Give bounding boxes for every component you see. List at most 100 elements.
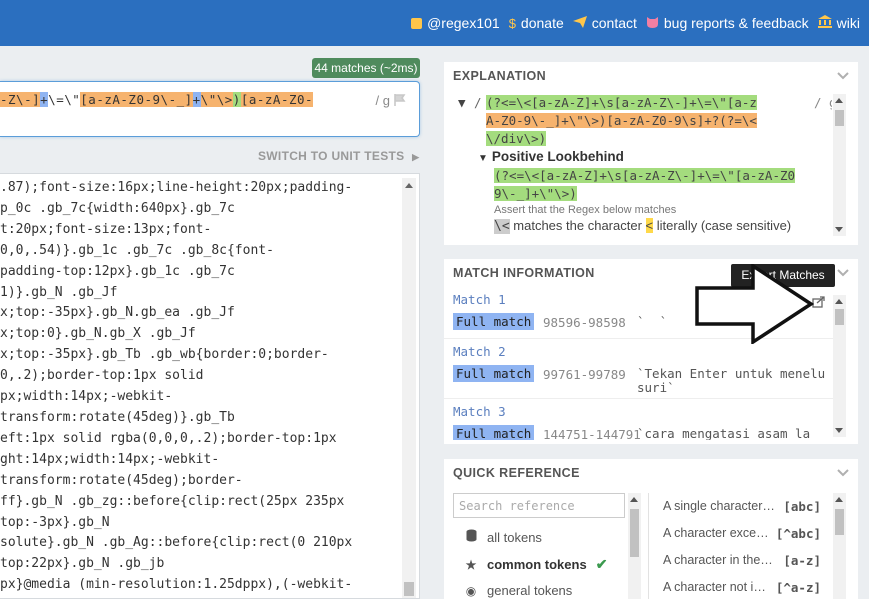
chevron-down-icon[interactable] [837, 69, 849, 83]
scroll-up-icon[interactable] [835, 497, 843, 502]
match-text-pre: matches the character [513, 218, 642, 233]
regex-input[interactable]: -Z\-]+\=\"[a-zA-Z0-9\-_]+\"\>)[a-zA-Z0- … [0, 81, 420, 137]
explanation-body: ▼ / (?<=\<[a-zA-Z]+\s[a-zA-Z\-]+\=\"[a-z… [458, 92, 832, 238]
match-range: 144751-144791 [543, 427, 641, 440]
regex-token: -Z\-] [0, 92, 41, 107]
explanation-panel: EXPLANATION ▼ / (?<=\<[a-zA-Z]+\s[a-zA-Z… [444, 62, 858, 245]
reference-token: [^abc] [775, 526, 821, 541]
scroll-up-icon[interactable] [405, 183, 413, 188]
nav-wiki-label: wiki [836, 15, 860, 31]
scroll-up-icon[interactable] [835, 98, 843, 103]
regex-token: [a-zA-Z0-9\-_] [80, 92, 193, 107]
test-string-line: padding-top:12px}.gb_1c .gb_7c [0, 263, 235, 279]
reference-scrollbar[interactable] [833, 493, 846, 599]
reference-item[interactable]: A character exce… [^abc] [663, 526, 821, 541]
categories-scrollbar[interactable] [628, 493, 641, 599]
github-icon [646, 16, 659, 31]
nav-twitter-link[interactable]: @regex101 [411, 15, 500, 31]
nav-donate-link[interactable]: $ donate [509, 15, 564, 31]
test-string-line: 1)}.gb_N .gb_Jf [0, 284, 118, 300]
test-string-line: transform:rotate(45deg)}.gb_Tb [0, 409, 235, 425]
category-label: all tokens [487, 529, 542, 545]
explanation-flags: / g [814, 95, 832, 110]
scrollbar-thumb[interactable] [404, 582, 414, 596]
reference-desc: A character not i… [663, 580, 766, 594]
match-count-badge: 44 matches (~2ms) [312, 58, 420, 78]
caret-down-icon: ▼ [478, 153, 488, 164]
regex-flags[interactable]: / g [376, 93, 390, 108]
explanation-scrollbar[interactable] [833, 94, 846, 236]
explanation-regex-segment: A-Z0-9\-_]+\"\>)[a-zA-Z0-9\s]+?(?=\< [486, 113, 757, 128]
reference-item[interactable]: A character in the… [a-z] [663, 553, 821, 568]
database-icon [464, 529, 478, 545]
test-string-line: x;top:-35px}.gb_Tb .gb_wb{border:0;borde… [0, 347, 329, 363]
match-information-title: MATCH INFORMATION [453, 266, 595, 280]
test-string-line: ff}.gb_N .gb_zg::before{clip:rect(25px 2… [0, 493, 345, 509]
category-label: common tokens [487, 557, 587, 572]
test-string-line: solute}.gb_N .gb_Ag::before{clip:rect(0 … [0, 535, 353, 551]
reference-search-input[interactable] [453, 493, 625, 518]
top-bar: @regex101 $ donate contact bug reports &… [0, 0, 869, 46]
flag-icon[interactable] [394, 94, 406, 106]
check-icon: ✔ [595, 556, 608, 572]
match-value: ` ` [637, 314, 668, 329]
explanation-regex-line2: A-Z0-9\-_]+\"\>)[a-zA-Z0-9\s]+?(?=\< [486, 113, 757, 128]
test-string-line: ght:14px;width:14px;-webkit- [0, 451, 220, 467]
nav-twitter-label: @regex101 [427, 15, 500, 31]
reference-desc: A character exce… [663, 526, 769, 540]
lookbehind-heading[interactable]: ▼ Positive Lookbehind [478, 149, 624, 164]
scroll-down-icon[interactable] [835, 227, 843, 232]
category-all-tokens[interactable]: all tokens [464, 529, 542, 545]
arrow-annotation [695, 264, 815, 344]
quick-reference-title: QUICK REFERENCE [453, 466, 580, 480]
category-common-tokens[interactable]: ★ common tokens ✔ [464, 556, 608, 573]
category-general-tokens[interactable]: ◉ general tokens [464, 583, 573, 598]
match-item[interactable]: Match 2 Full match 99761-99789 `Tekan En… [444, 339, 839, 399]
bank-icon [817, 15, 832, 31]
explanation-regex-line1: (?<=\<[a-zA-Z]+\s[a-zA-Z\-]+\=\"[a-z [486, 95, 757, 110]
scrollbar-thumb[interactable] [630, 509, 639, 557]
test-string-line: x;top:-35px}.gb_N.gb_ea .gb_Jf [0, 305, 235, 321]
switch-to-unit-tests-button[interactable]: SWITCH TO UNIT TESTS ▶ [258, 149, 419, 163]
lookbehind-regex-segment: (?<=\<[a-zA-Z]+\s[a-zA-Z\-]+\=\"[a-zA-Z0 [494, 168, 796, 183]
reference-item[interactable]: A character not i… [^a-z] [663, 580, 821, 595]
chevron-down-icon[interactable] [837, 466, 849, 480]
test-string-editor[interactable]: .87);font-size:16px;line-height:20px;pad… [0, 173, 420, 599]
caret-right-icon: ▶ [412, 152, 420, 162]
regex-token: [a-zA-Z0- [240, 92, 314, 107]
lookbehind-title: Positive Lookbehind [491, 149, 624, 164]
scrollbar-thumb[interactable] [835, 110, 844, 126]
test-string-line: t:20px;font-size:13px;font- [0, 221, 212, 237]
test-string-line: top:22px}.gb_N .gb_jb [0, 556, 165, 572]
reference-token: [^a-z] [775, 580, 821, 595]
nav-bug-reports-link[interactable]: bug reports & feedback [646, 15, 809, 31]
match-info-scrollbar[interactable] [833, 295, 846, 437]
match-item[interactable]: Match 3 Full match 144751-144791 `cara m… [444, 399, 839, 440]
test-string-line: .87);font-size:16px;line-height:20px;pad… [0, 180, 353, 195]
test-string-line: 0,.2);border-top:1px solid [0, 368, 204, 384]
reference-token: [a-z] [783, 553, 821, 568]
test-string-line: px;width:14px;-webkit- [0, 389, 173, 405]
nav-wiki-link[interactable]: wiki [817, 15, 860, 31]
test-string-text[interactable]: .87);font-size:16px;line-height:20px;pad… [0, 178, 395, 596]
test-string-line: px}@media (min-resolution:1.25dppx),(-we… [0, 577, 353, 593]
nav-contact-link[interactable]: contact [572, 15, 637, 31]
scrollbar-thumb[interactable] [835, 509, 844, 535]
regex-tree-toggle[interactable]: ▼ [458, 95, 466, 110]
reference-item[interactable]: A single character… [abc] [663, 499, 821, 514]
chevron-down-icon[interactable] [837, 266, 849, 280]
match-value: `Tekan Enter untuk menelu suri` [637, 366, 826, 395]
scroll-up-icon[interactable] [630, 497, 638, 502]
test-string-line: 0,0,.54)}.gb_1c .gb_7c .gb_8c{font- [0, 242, 274, 258]
match-range: 99761-99789 [543, 367, 626, 382]
regex-token: + [192, 92, 201, 107]
regex-text[interactable]: -Z\-]+\=\"[a-zA-Z0-9\-_]+\"\>)[a-zA-Z0- [0, 92, 314, 107]
scroll-down-icon[interactable] [835, 428, 843, 433]
scrollbar-thumb[interactable] [835, 309, 844, 325]
scroll-up-icon[interactable] [835, 299, 843, 304]
match-label: Match 3 [453, 404, 506, 419]
test-string-scrollbar[interactable] [402, 178, 416, 598]
full-match-tag: Full match [453, 313, 535, 330]
lookbehind-regex-line1: (?<=\<[a-zA-Z]+\s[a-zA-Z\-]+\=\"[a-zA-Z0 [494, 168, 796, 183]
full-match-tag: Full match [453, 365, 535, 382]
